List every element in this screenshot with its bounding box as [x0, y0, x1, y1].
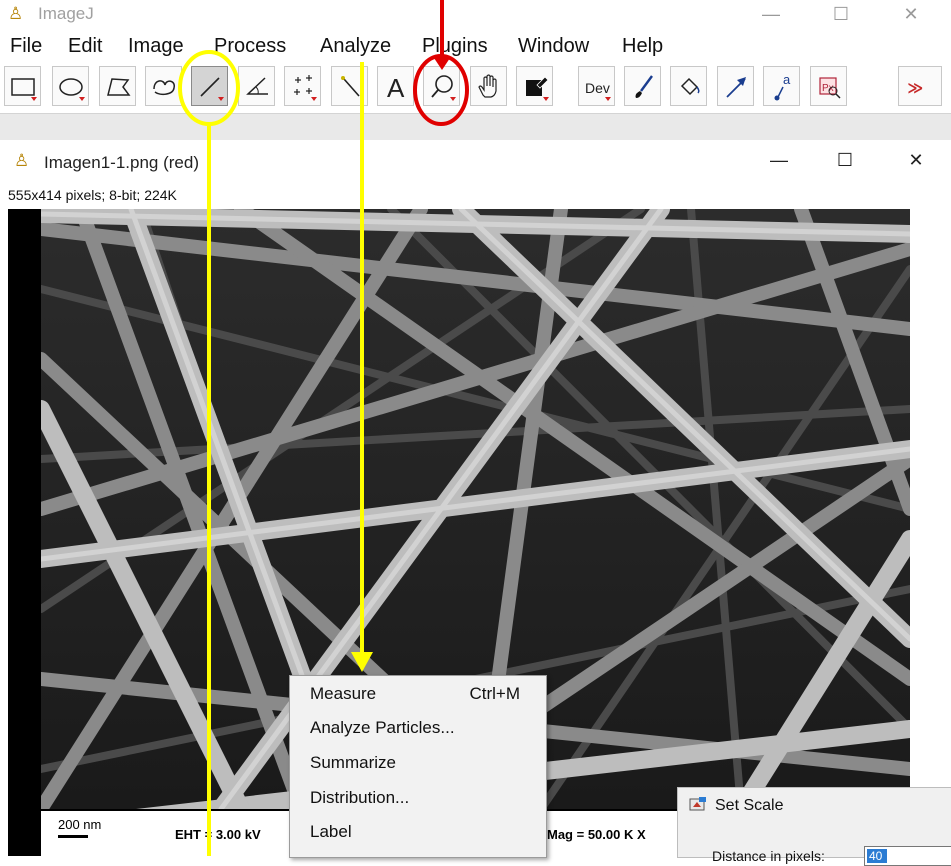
set-scale-icon: [689, 797, 706, 811]
scale-bar: [58, 835, 88, 838]
eht-value: EHT = 3.00 kV: [175, 827, 261, 842]
straight-line-tool-icon: [200, 77, 220, 97]
svg-text:Dev: Dev: [585, 80, 610, 96]
dev-menu-icon: Dev: [585, 80, 610, 96]
menu-item-label: Measure: [310, 684, 377, 703]
rectangle-tool[interactable]: [4, 66, 41, 106]
distance-value: 40: [869, 849, 883, 863]
color-picker-tool[interactable]: [516, 66, 553, 106]
label-tool-icon: a: [774, 72, 791, 101]
pixel-inspector-icon: Px: [819, 77, 841, 99]
wand-tool[interactable]: [331, 66, 368, 106]
svg-text:Px: Px: [822, 83, 834, 94]
image-minimize-button[interactable]: —: [756, 146, 802, 176]
close-button[interactable]: ✕: [888, 0, 934, 30]
image-maximize-button[interactable]: ☐: [822, 146, 868, 176]
menu-item-shortcut: Ctrl+M: [469, 684, 520, 703]
distance-in-pixels-field[interactable]: 40: [864, 846, 951, 866]
scale-bar-label: 200 nm: [58, 817, 102, 832]
minimize-button[interactable]: —: [748, 0, 794, 30]
menu-plugins[interactable]: Plugins: [422, 35, 488, 58]
svg-text:≫: ≫: [907, 79, 923, 97]
pixel-inspector-tool[interactable]: Px: [810, 66, 847, 106]
app-title: ImageJ: [38, 4, 94, 23]
analyze-menu-dropdown: Measure Ctrl+M Analyze Particles... Summ…: [289, 675, 547, 858]
paintbrush-tool-icon: [635, 75, 653, 98]
menu-window[interactable]: Window: [518, 35, 589, 58]
straight-line-tool[interactable]: [191, 66, 228, 106]
more-tools-button[interactable]: ≫: [898, 66, 942, 106]
polygon-tool[interactable]: [99, 66, 136, 106]
more-tools-icon: ≫: [907, 79, 923, 97]
set-scale-dialog: Set Scale Distance in pixels: 40: [677, 787, 951, 866]
angle-tool-icon: [246, 77, 268, 95]
microscope-icon: ♙: [8, 4, 24, 23]
microscope-icon: ♙: [14, 151, 30, 170]
hand-scroll-tool[interactable]: [470, 66, 507, 106]
flood-fill-tool[interactable]: [670, 66, 707, 106]
dialog-title: Set Scale: [715, 797, 784, 814]
image-window-title-bar: ♙ Imagen1-1.png (red) — ☐ ✕: [0, 140, 951, 184]
image-close-button[interactable]: ✕: [893, 146, 939, 176]
menu-item-label: Label: [310, 822, 352, 841]
menu-item-label: Summarize: [310, 753, 396, 772]
mag-value: Mag = 50.00 K X: [547, 827, 646, 842]
maximize-button[interactable]: ☐: [818, 0, 864, 30]
menu-item-label: Distribution...: [310, 788, 410, 807]
menu-file[interactable]: File: [10, 35, 42, 58]
multi-point-tool-icon: [294, 75, 312, 95]
menu-item-label: Analyze Particles...: [310, 718, 455, 737]
rectangle-tool-icon: [11, 78, 35, 96]
svg-text:a: a: [783, 72, 791, 87]
status-bar: [0, 113, 951, 140]
magnifying-glass-tool[interactable]: [423, 66, 460, 106]
imagej-title-bar: ♙ ImageJ — ☐ ✕: [0, 0, 951, 30]
arrow-tool[interactable]: [717, 66, 754, 106]
hand-scroll-tool-icon: [478, 74, 497, 98]
multi-point-tool[interactable]: [284, 66, 321, 106]
menu-image[interactable]: Image: [128, 35, 184, 58]
flood-fill-tool-icon: [680, 77, 700, 96]
menu-process[interactable]: Process: [214, 35, 286, 58]
magnifying-glass-tool-icon: [431, 75, 453, 98]
distance-label: Distance in pixels:: [712, 848, 825, 864]
menu-help[interactable]: Help: [622, 35, 663, 58]
dev-menu-tool[interactable]: Dev: [578, 66, 615, 106]
svg-text:A: A: [387, 73, 405, 103]
paintbrush-tool[interactable]: [624, 66, 661, 106]
angle-tool[interactable]: [238, 66, 275, 106]
menu-edit[interactable]: Edit: [68, 35, 102, 58]
oval-tool[interactable]: [52, 66, 89, 106]
oval-tool-icon: [59, 78, 83, 96]
arrow-tool-icon: [726, 77, 746, 98]
freehand-tool[interactable]: [145, 66, 182, 106]
wand-tool-icon: [341, 76, 360, 97]
image-info: 555x414 pixels; 8-bit; 224K: [8, 187, 177, 203]
color-picker-tool-icon: [526, 76, 549, 96]
image-title: Imagen1-1.png (red): [44, 153, 199, 172]
toolbar: A Dev a Px ≫: [0, 61, 951, 113]
menu-bar: File Edit Image Process Analyze Plugins …: [0, 32, 951, 60]
label-tool[interactable]: a: [763, 66, 800, 106]
text-tool[interactable]: A: [377, 66, 414, 106]
polygon-tool-icon: [107, 78, 131, 96]
freehand-tool-icon: [153, 80, 175, 96]
text-tool-icon: A: [387, 73, 405, 103]
menu-analyze[interactable]: Analyze: [320, 35, 391, 58]
